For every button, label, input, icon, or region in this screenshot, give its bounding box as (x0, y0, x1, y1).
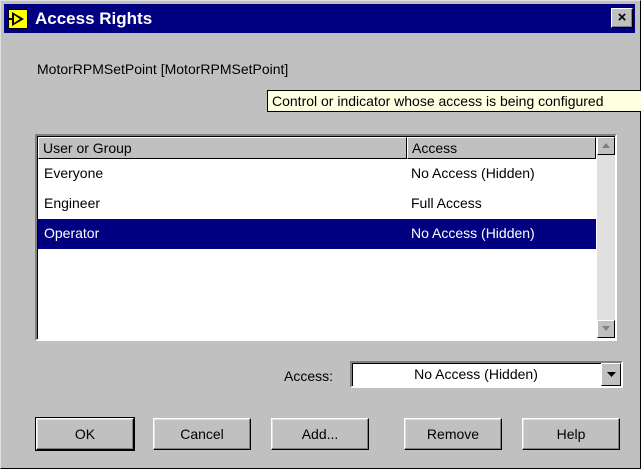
vertical-scrollbar[interactable] (597, 137, 615, 338)
close-icon: × (617, 9, 627, 26)
row-access: No Access (Hidden) (411, 225, 535, 241)
user-access-list[interactable]: User or Group Access Everyone No Access … (35, 134, 617, 341)
list-content: User or Group Access Everyone No Access … (38, 137, 596, 338)
scroll-up-button[interactable] (597, 137, 615, 155)
window-title: Access Rights (35, 9, 153, 28)
access-label: Access: (284, 368, 334, 384)
row-user: Operator (44, 225, 100, 241)
ok-button[interactable]: OK (35, 417, 135, 451)
tooltip: Control or indicator whose access is bei… (267, 90, 641, 112)
row-access: No Access (Hidden) (411, 165, 535, 181)
access-rights-dialog: Access Rights × MotorRPMSetPoint [MotorR… (0, 0, 641, 469)
scroll-down-button[interactable] (597, 320, 615, 338)
list-row-engineer[interactable]: Engineer Full Access (38, 189, 596, 219)
arrow-down-icon (602, 326, 610, 331)
row-access: Full Access (411, 195, 482, 211)
cancel-button[interactable]: Cancel (153, 418, 251, 450)
row-user: Everyone (44, 165, 104, 181)
add-button[interactable]: Add... (271, 418, 369, 450)
access-dropdown[interactable]: No Access (Hidden) (350, 361, 623, 388)
close-button[interactable]: × (611, 8, 633, 28)
title-bar[interactable]: Access Rights × (4, 4, 635, 33)
labview-vi-icon (8, 9, 28, 29)
control-name-label: MotorRPMSetPoint [MotorRPMSetPoint] (37, 61, 289, 77)
help-button[interactable]: Help (522, 418, 620, 450)
column-header-user[interactable]: User or Group (38, 137, 407, 159)
arrow-up-icon (602, 143, 610, 148)
list-row-everyone[interactable]: Everyone No Access (Hidden) (38, 159, 596, 189)
list-row-operator[interactable]: Operator No Access (Hidden) (38, 219, 596, 249)
dropdown-button[interactable] (601, 363, 621, 386)
remove-button[interactable]: Remove (404, 418, 502, 450)
list-header: User or Group Access (38, 137, 596, 159)
row-user: Engineer (44, 195, 101, 211)
column-header-access[interactable]: Access (407, 137, 596, 159)
access-dropdown-value: No Access (Hidden) (414, 366, 538, 382)
chevron-down-icon (607, 372, 616, 377)
